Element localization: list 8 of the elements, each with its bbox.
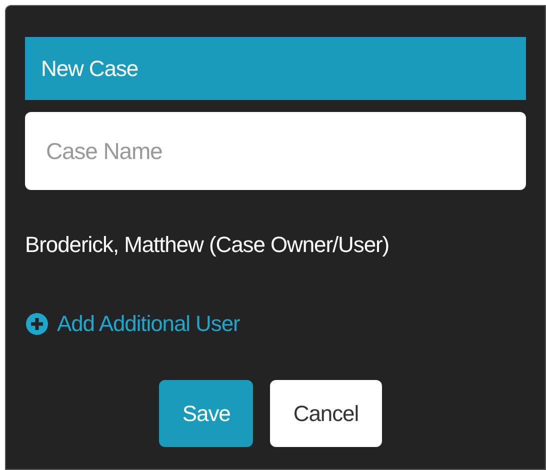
add-user-link[interactable]: Add Additional User [25, 307, 240, 340]
save-button[interactable]: Save [159, 380, 254, 447]
plus-circle-icon [25, 312, 49, 336]
case-name-field[interactable]: Case Name [25, 112, 526, 190]
add-user-label: Add Additional User [57, 310, 240, 338]
cancel-button[interactable]: Cancel [270, 380, 382, 447]
dialog-header: New Case [25, 37, 526, 100]
user-entry: Broderick, Matthew (Case Owner/User) [25, 231, 390, 259]
